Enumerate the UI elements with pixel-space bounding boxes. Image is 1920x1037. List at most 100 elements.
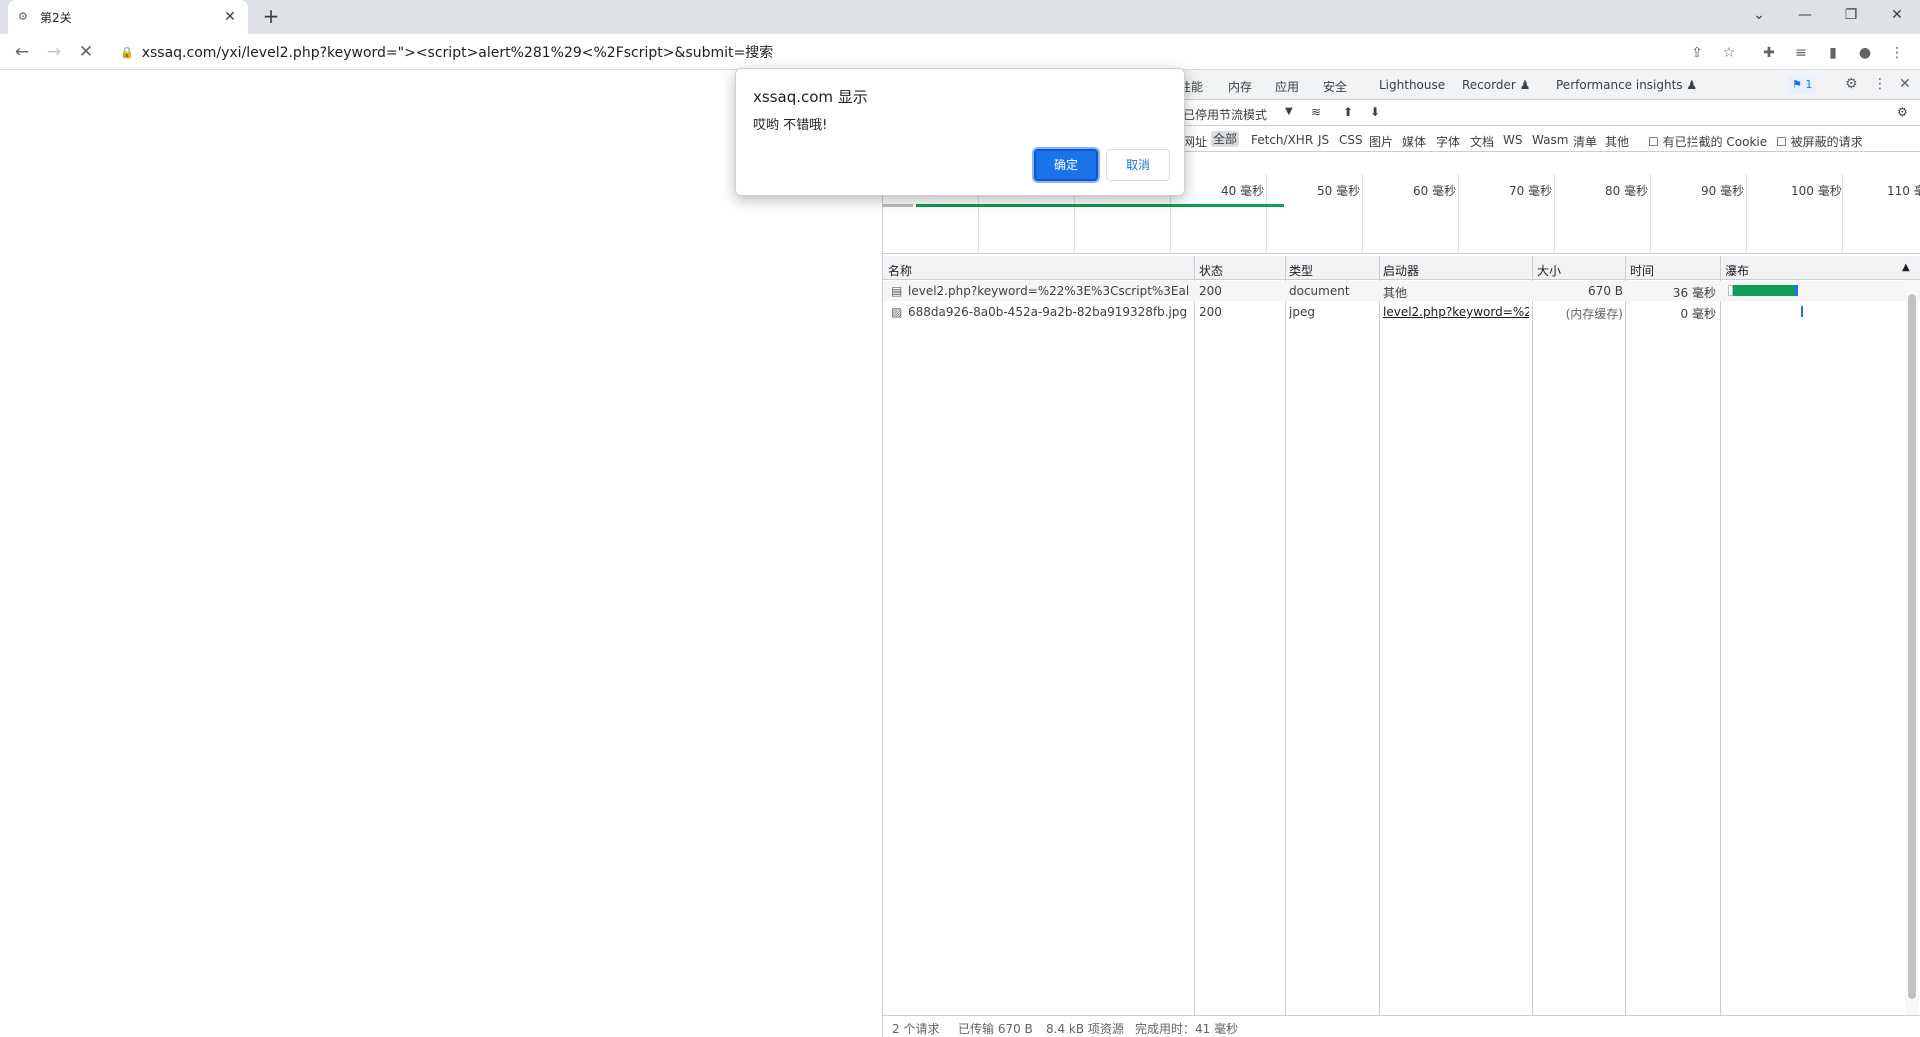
lock-icon[interactable]: 🔒 [120,46,134,59]
request-status: 200 [1199,305,1222,319]
tab-recorder[interactable]: Recorder ♟ [1462,78,1530,92]
table-scrollbar[interactable] [1905,280,1919,1015]
window-close-icon[interactable]: ✕ [1874,2,1920,30]
column-size[interactable]: 大小 [1537,262,1561,279]
request-name[interactable]: level2.php?keyword=%22%3E%3Cscript%3Eale… [908,284,1190,298]
column-divider [1285,256,1286,1016]
more-options-icon[interactable]: ⋮ [1873,76,1887,92]
filter-font[interactable]: 字体 [1436,133,1460,150]
overview-queue-bar [883,204,913,207]
timeline-tick-label: 40 毫秒 [1221,184,1265,198]
export-har-icon[interactable]: ⬇ [1370,105,1380,119]
column-divider [1625,256,1626,1016]
side-panel-icon[interactable]: ▮ [1822,42,1844,64]
browser-tab[interactable]: ⚙ 第2关 ✕ [8,0,248,34]
import-har-icon[interactable]: ⬆ [1343,105,1353,119]
extensions-icon[interactable]: ✚ [1758,42,1780,64]
blocked-cookies-checkbox[interactable]: ☐ 有已拦截的 Cookie [1648,133,1767,150]
page-content [0,70,882,1037]
timeline-tick-label: 60 毫秒 [1413,184,1457,198]
share-icon[interactable]: ⇪ [1686,42,1708,64]
table-row[interactable]: ▨ 688da926-8a0b-452a-9a2b-82ba919328fb.j… [883,302,1920,322]
back-icon[interactable]: ← [8,38,36,66]
request-count: 2 个请求 [892,1022,940,1036]
filter-invert-url[interactable]: 网址 [1183,133,1207,150]
column-initiator[interactable]: 启动器 [1383,262,1419,279]
filter-fetch-xhr[interactable]: Fetch/XHR [1251,133,1313,147]
alert-dialog: xssaq.com 显示 哎哟 不错哦! 确定 取消 [735,68,1185,196]
request-initiator-link[interactable]: level2.php?keyword=%22... [1383,305,1529,319]
forward-icon[interactable]: → [40,38,68,66]
network-settings-icon[interactable]: ⚙ [1897,105,1908,119]
timeline-gridline [1746,174,1747,254]
tab-search-icon[interactable]: ⌄ [1736,2,1782,30]
request-time: 0 毫秒 [1680,307,1716,321]
filter-manifest[interactable]: 清单 [1573,133,1597,150]
transferred-size: 已传输 670 B [958,1022,1033,1036]
filter-ws[interactable]: WS [1503,133,1522,147]
network-status-bar: 2 个请求 已传输 670 B 8.4 kB 项资源 完成用时：41 毫秒 [883,1015,1920,1037]
timeline-tick-label: 100 毫秒 [1791,184,1842,198]
bookmark-star-icon[interactable]: ☆ [1718,42,1740,64]
sort-up-icon[interactable]: ▲ [1902,262,1910,273]
browser-menu-icon[interactable]: ⋮ [1886,42,1908,64]
close-devtools-icon[interactable]: ✕ [1899,76,1911,92]
tab-memory[interactable]: 内存 [1228,78,1252,95]
request-name[interactable]: 688da926-8a0b-452a-9a2b-82ba919328fb.jpg [908,305,1190,319]
timeline-gridline [1842,174,1843,254]
filter-css[interactable]: CSS [1339,133,1363,147]
tab-lighthouse[interactable]: Lighthouse [1379,78,1445,92]
stop-loading-icon[interactable]: ✕ [72,38,100,66]
alert-title: xssaq.com 显示 [753,88,868,106]
blocked-requests-checkbox[interactable]: ☐ 被屏蔽的请求 [1776,133,1863,150]
filter-all[interactable]: 全部 [1211,131,1240,147]
settings-icon[interactable]: ⚙ [1845,76,1858,92]
request-type: jpeg [1289,305,1315,319]
alert-message: 哎哟 不错哦! [753,118,828,133]
reading-list-icon[interactable]: ≡ [1790,42,1812,64]
filter-other[interactable]: 其他 [1605,133,1629,150]
column-type[interactable]: 类型 [1289,262,1313,279]
tab-application[interactable]: 应用 [1275,78,1299,95]
request-initiator: 其他 [1383,286,1408,300]
column-time[interactable]: 时间 [1630,262,1654,279]
ok-button[interactable]: 确定 [1034,149,1098,181]
overview-request-bar [916,204,1284,207]
profile-avatar-icon[interactable]: ● [1854,42,1876,64]
address-bar[interactable]: 🔒 xssaq.com/yxi/level2.php?keyword="><sc… [110,38,1650,66]
devtools-panel: 性能 内存 应用 安全 Lighthouse Recorder ♟ Perfor… [882,70,1920,1037]
chevron-down-icon[interactable]: ▼ [1285,106,1293,117]
column-name[interactable]: 名称 [888,262,912,279]
cancel-button[interactable]: 取消 [1106,149,1170,181]
table-row[interactable]: ▤ level2.php?keyword=%22%3E%3Cscript%3Ea… [883,281,1920,301]
minimize-icon[interactable]: — [1782,2,1828,30]
network-table-header: 名称 状态 类型 启动器 大小 时间 瀑布 ▲ [883,256,1920,280]
url-text: xssaq.com/yxi/level2.php?keyword="><scri… [141,45,774,61]
timeline-gridline [1554,174,1555,254]
timeline-tick-label: 50 毫秒 [1317,184,1361,198]
scrollbar-thumb[interactable] [1908,294,1916,999]
image-icon: ▨ [891,305,903,319]
issues-badge[interactable]: ⚑ 1 [1788,76,1817,94]
filter-media[interactable]: 媒体 [1402,133,1426,150]
filter-doc[interactable]: 文档 [1470,133,1494,150]
filter-wasm[interactable]: Wasm [1532,133,1568,147]
restore-icon[interactable]: ❐ [1828,2,1874,30]
throttle-select[interactable]: 已停用节流模式 [1183,106,1267,123]
column-divider [1194,256,1195,1016]
filter-img[interactable]: 图片 [1369,133,1393,150]
column-waterfall[interactable]: 瀑布 [1725,262,1749,279]
filter-js[interactable]: JS [1318,133,1329,147]
column-status[interactable]: 状态 [1199,262,1223,279]
column-divider [1532,256,1533,1016]
tab-performance-insights[interactable]: Performance insights ♟ [1556,78,1697,92]
close-tab-icon[interactable]: ✕ [222,9,238,25]
network-conditions-icon[interactable]: ≋ [1311,105,1321,119]
gear-icon: ⚙ [18,10,28,23]
new-tab-button[interactable]: + [258,4,284,30]
waterfall-download-bar [1795,285,1798,296]
request-size: 670 B [1588,284,1623,298]
tab-security[interactable]: 安全 [1323,78,1347,95]
column-divider [1720,256,1721,1016]
timeline-gridline [1266,174,1267,254]
